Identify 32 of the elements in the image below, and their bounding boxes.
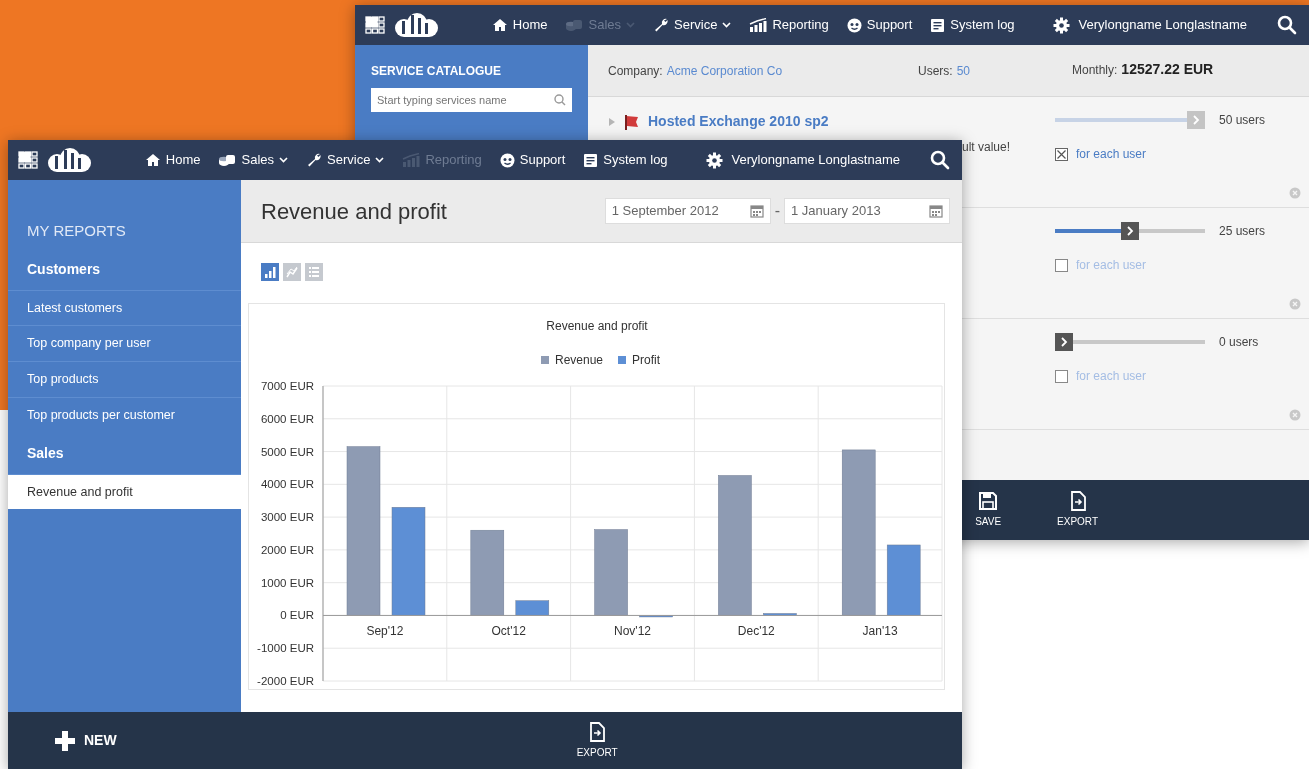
- field-value: 12527.22 EUR: [1121, 60, 1214, 79]
- sidebar-group-title: Customers: [26, 259, 102, 279]
- legend-label: Profit: [632, 353, 660, 367]
- axis-tick-label: 0 EUR: [280, 609, 314, 622]
- axis-tick-label: 3000 EUR: [260, 511, 314, 524]
- category-label: Dec'12: [737, 624, 775, 639]
- user-count: 0 users: [1219, 334, 1259, 351]
- axis-tick-label: 4000 EUR: [260, 478, 314, 491]
- sidebar-title: SERVICE CATALOGUE: [371, 63, 502, 80]
- chart-title: Revenue and profit: [546, 319, 648, 333]
- date-separator: -: [774, 201, 780, 221]
- axis-tick-label: 5000 EUR: [260, 445, 314, 458]
- category-label: Jan'13: [862, 624, 898, 639]
- sidebar-title: MY REPORTS: [26, 221, 127, 241]
- axis-tick-label: -2000 EUR: [257, 675, 314, 687]
- legend-label: Revenue: [555, 353, 604, 367]
- category-label: Oct'12: [491, 624, 526, 639]
- service-note: ult value!: [960, 139, 1010, 156]
- page-title: Revenue and profit: [261, 197, 448, 226]
- category-label: Nov'12: [614, 624, 651, 639]
- field-label: Company:: [608, 62, 663, 80]
- axis-tick-label: 6000 EUR: [260, 412, 314, 425]
- field-label: Users:: [918, 62, 953, 80]
- sidebar-group-title: Sales: [26, 443, 65, 463]
- axis-tick-label: 7000 EUR: [260, 380, 314, 392]
- user-count: 50 users: [1219, 112, 1266, 129]
- axis-tick-label: -1000 EUR: [257, 642, 314, 655]
- category-label: Sep'12: [366, 624, 404, 639]
- field-label: Monthly:: [1072, 62, 1118, 79]
- axis-tick-label: 1000 EUR: [260, 576, 314, 589]
- axis-tick-label: 2000 EUR: [260, 543, 314, 556]
- user-count: 25 users: [1219, 223, 1266, 240]
